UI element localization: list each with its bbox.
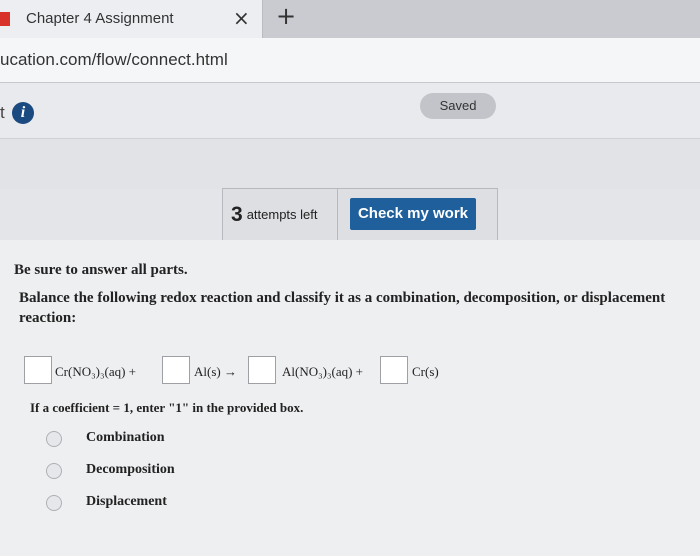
url-text[interactable]: ucation.com/flow/connect.html xyxy=(0,50,228,70)
browser-tab[interactable]: Chapter 4 Assignment × xyxy=(0,0,263,38)
option-displacement[interactable]: Displacement xyxy=(46,492,246,514)
divider xyxy=(337,189,338,241)
header-strip xyxy=(0,139,700,189)
option-label: Combination xyxy=(86,430,165,445)
info-icon[interactable]: i xyxy=(12,102,34,124)
radio-button[interactable] xyxy=(46,431,62,447)
option-label: Decomposition xyxy=(86,462,175,477)
term-al-nitrate: Al(NO₃)₃(aq) + xyxy=(282,364,364,379)
option-combination[interactable]: Combination xyxy=(46,428,246,450)
attempts-left: 3 attempts left xyxy=(231,203,318,227)
instruction-text: Be sure to answer all parts. xyxy=(14,262,188,278)
new-tab-icon[interactable]: + xyxy=(276,2,296,30)
radio-button[interactable] xyxy=(46,495,62,511)
app-header: t i Saved xyxy=(0,83,700,139)
favicon-icon xyxy=(0,12,10,26)
coefficient-note: If a coefficient = 1, enter "1" in the p… xyxy=(30,400,304,415)
saved-status-badge: Saved xyxy=(420,93,496,119)
coefficient-input-cr[interactable] xyxy=(380,356,408,384)
tab-title: Chapter 4 Assignment xyxy=(26,10,174,27)
address-bar[interactable]: ucation.com/flow/connect.html xyxy=(0,38,700,83)
question-panel: Be sure to answer all parts. Balance the… xyxy=(0,240,700,556)
radio-button[interactable] xyxy=(46,463,62,479)
coefficient-input-al-nitrate[interactable] xyxy=(248,356,276,384)
header-partial-text: t xyxy=(0,103,5,122)
option-decomposition[interactable]: Decomposition xyxy=(46,460,246,482)
check-my-work-button[interactable]: Check my work xyxy=(350,198,476,230)
coefficient-input-cr-nitrate[interactable] xyxy=(24,356,52,384)
coefficient-input-al[interactable] xyxy=(162,356,190,384)
term-cr-nitrate: Cr(NO₃)₃(aq) + xyxy=(55,364,137,379)
attempts-count: 3 xyxy=(231,203,243,226)
tab-close-icon[interactable]: × xyxy=(233,6,250,30)
browser-tabstrip: Chapter 4 Assignment × + xyxy=(0,0,700,38)
option-label: Displacement xyxy=(86,494,167,509)
term-al: Al(s) → xyxy=(194,364,237,379)
attempts-bar: 3 attempts left Check my work xyxy=(222,188,498,242)
term-cr: Cr(s) xyxy=(412,364,439,379)
attempts-label: attempts left xyxy=(246,207,318,222)
question-prompt: Balance the following redox reaction and… xyxy=(19,290,666,326)
reaction-equation: Cr(NO₃)₃(aq) + Al(s) → Al(NO₃)₃(aq) + Cr… xyxy=(24,356,464,384)
